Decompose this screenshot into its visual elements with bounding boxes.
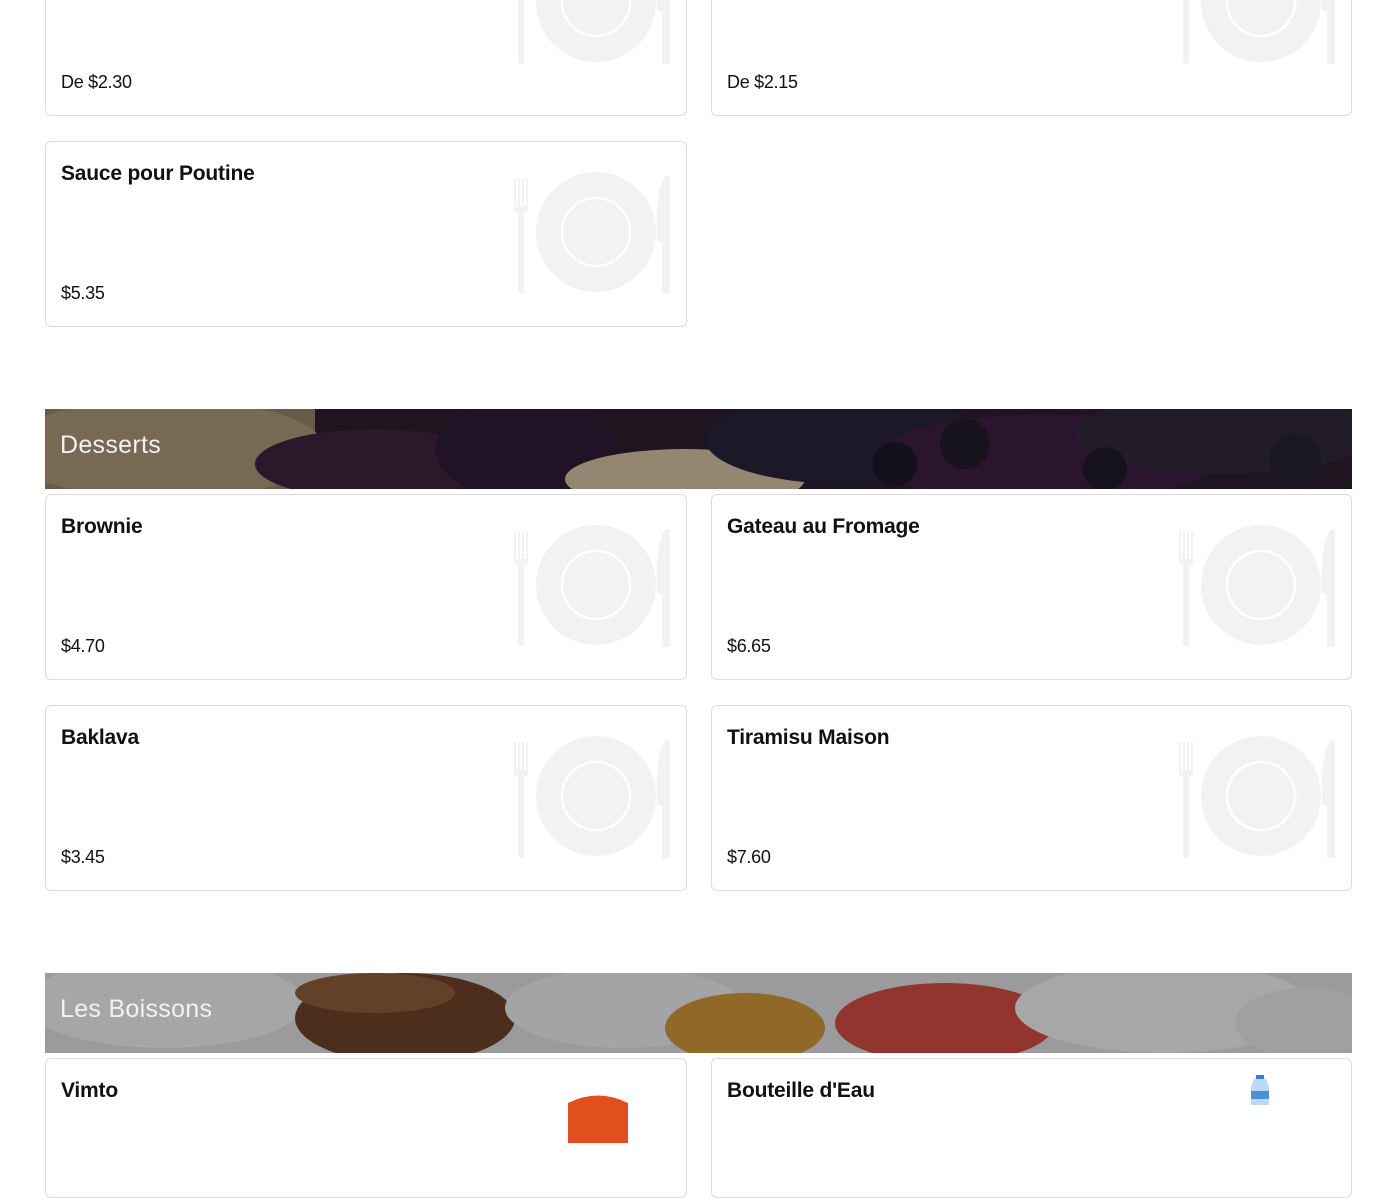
item-price: De $2.15 [727,72,798,92]
menu-item-card[interactable]: Gateau au Fromage $6.65 [711,494,1352,680]
item-name: Sauce pour Poutine [61,162,255,185]
item-price: $6.65 [727,636,771,656]
plate-cutlery-icon [1173,734,1339,860]
plate-cutlery-icon [508,734,674,860]
section-banner-desserts: Desserts [45,409,1352,489]
menu-item-card[interactable]: Bouteille d'Eau [711,1058,1352,1198]
section-banner-boissons: Les Boissons [45,973,1352,1053]
vimto-bottle-image [568,1095,628,1143]
section-title: Les Boissons [60,995,213,1023]
item-name: Gateau au Fromage [727,515,920,538]
plate-cutlery-icon [1173,523,1339,649]
menu-item-card[interactable]: Baklava $3.45 [45,705,687,891]
item-name: Brownie [61,515,143,538]
item-price: $5.35 [61,283,105,303]
plate-cutlery-icon [1173,0,1339,66]
menu-item-card[interactable]: De $2.15 [711,0,1352,116]
item-price: De $2.30 [61,72,132,92]
menu-item-card[interactable]: Tiramisu Maison $7.60 [711,705,1352,891]
item-name: Tiramisu Maison [727,726,890,749]
item-name: Vimto [61,1079,118,1102]
plate-cutlery-icon [508,170,674,296]
item-price: $4.70 [61,636,105,656]
boissons-banner-image [45,973,1352,1053]
plate-cutlery-icon [508,523,674,649]
item-price: $3.45 [61,847,105,867]
item-name: Baklava [61,726,139,749]
menu-item-card[interactable]: Vimto [45,1058,687,1198]
plate-cutlery-icon [508,0,674,66]
menu-item-card[interactable]: Sauce pour Poutine $5.35 [45,141,687,327]
section-title: Desserts [60,431,162,459]
item-name: Bouteille d'Eau [727,1079,875,1102]
water-bottle-image [1251,1075,1269,1105]
menu-item-card[interactable]: De $2.30 [45,0,687,116]
desserts-banner-image [45,409,1352,489]
menu-item-card[interactable]: Brownie $4.70 [45,494,687,680]
item-price: $7.60 [727,847,771,867]
